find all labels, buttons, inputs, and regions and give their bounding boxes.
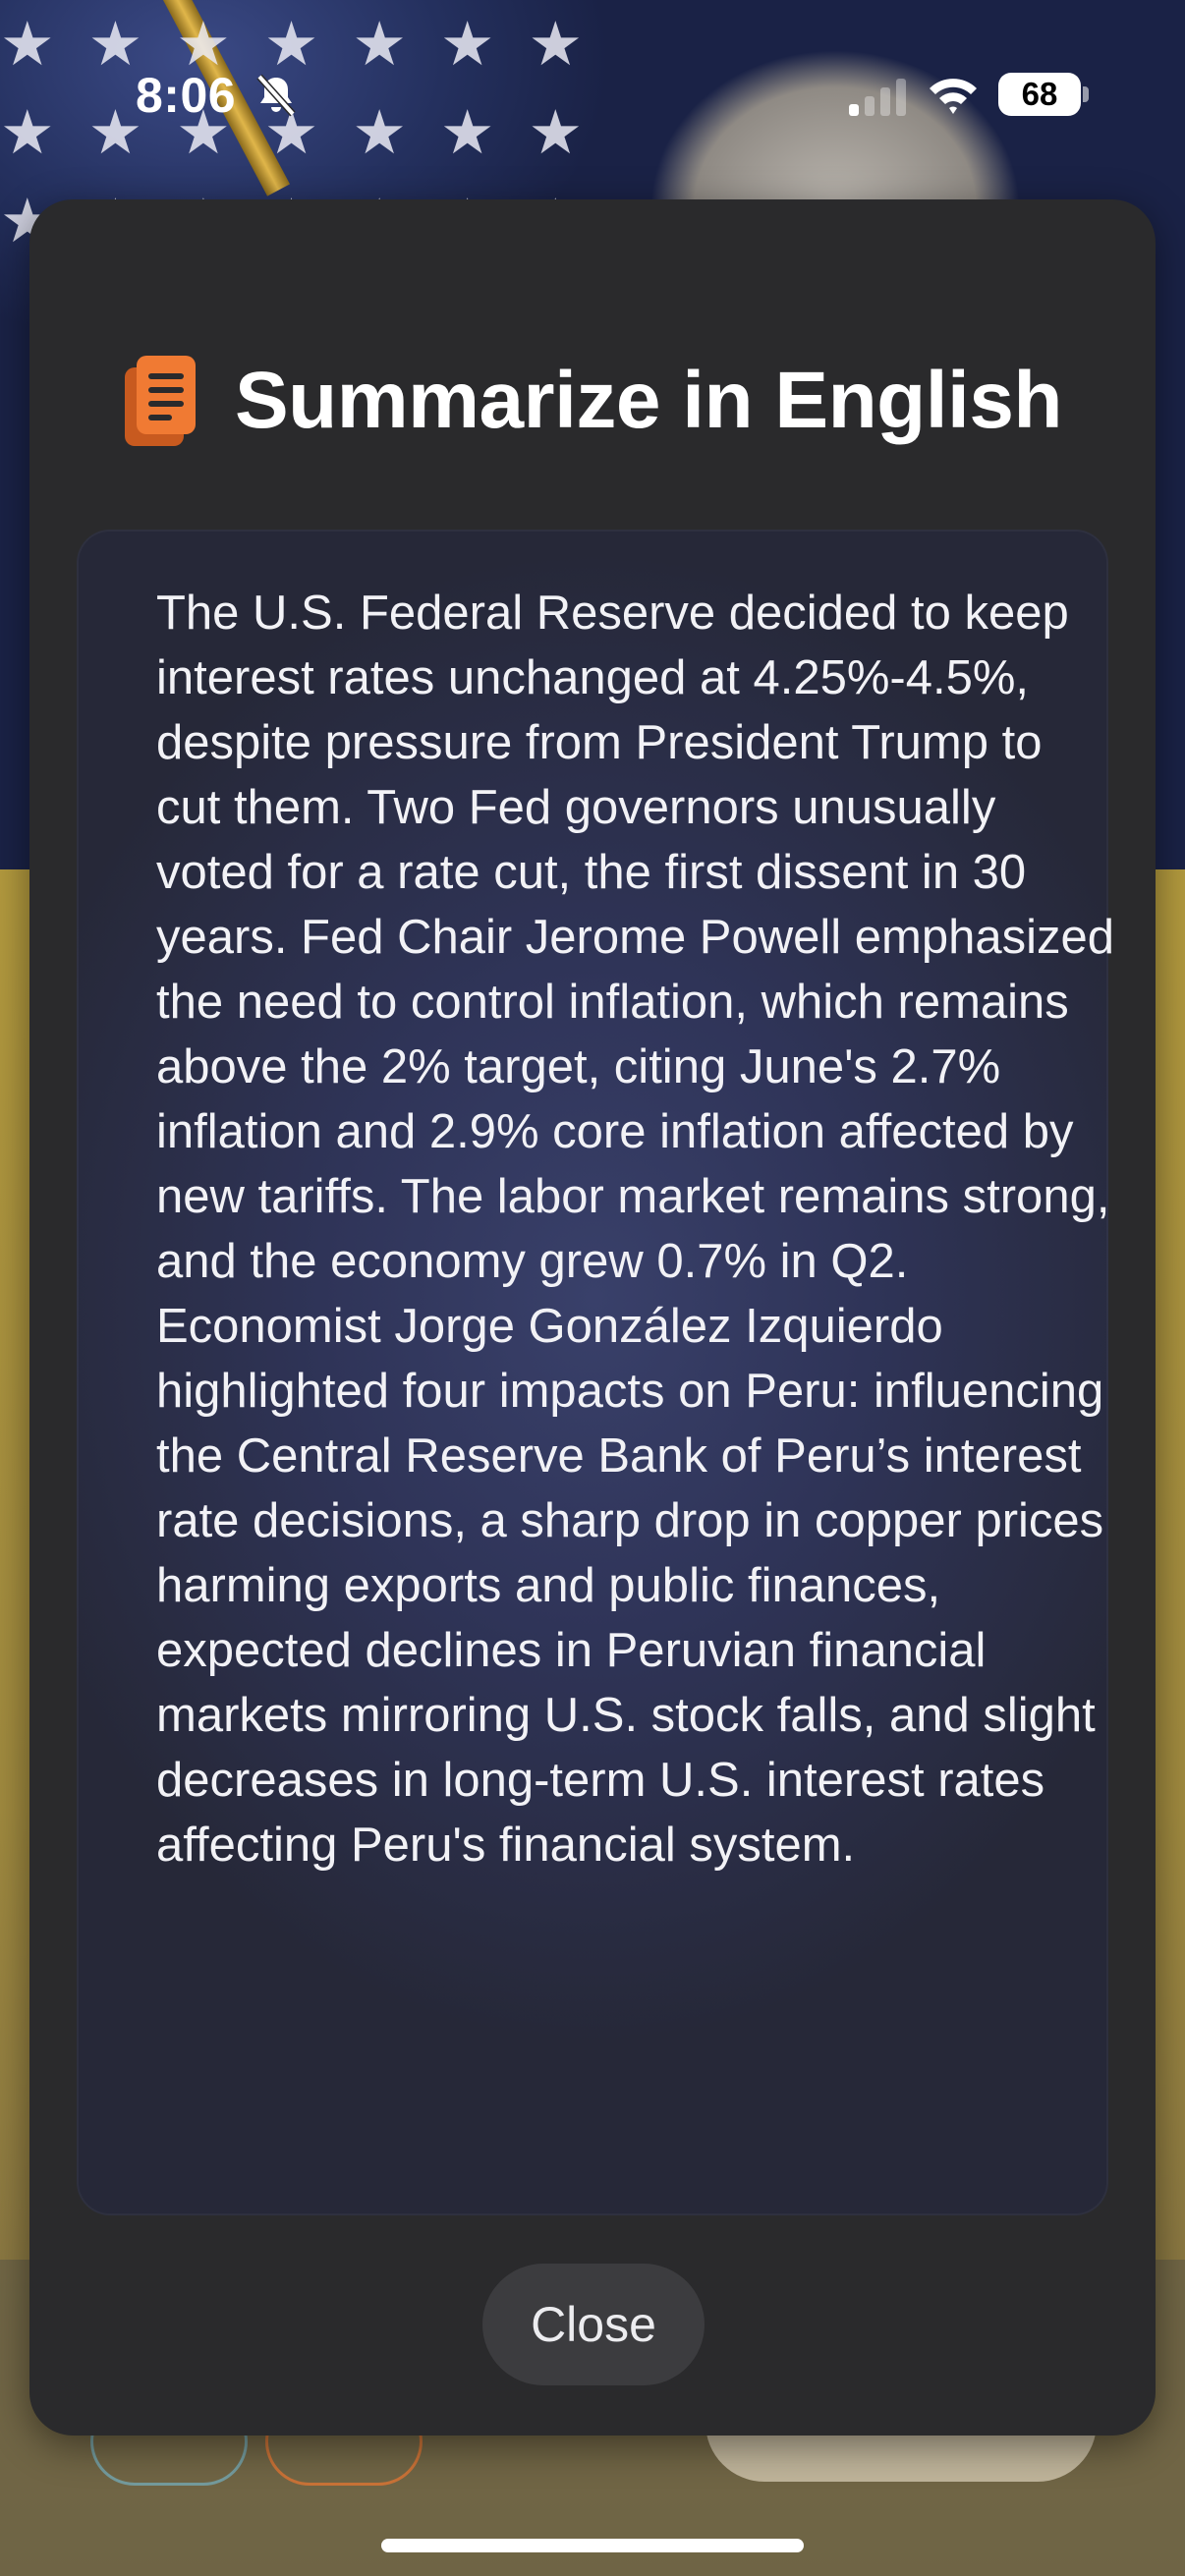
bell-slash-icon — [256, 74, 296, 117]
sheet-title: Summarize in English — [234, 356, 1063, 445]
battery-nub — [1083, 86, 1089, 102]
document-icon — [124, 356, 196, 446]
status-bar: 8:06 68 — [0, 0, 1185, 187]
close-button[interactable]: Close — [482, 2264, 705, 2385]
cellular-signal-icon — [849, 79, 906, 116]
status-time: 8:06 — [136, 68, 237, 123]
summary-text: The U.S. Federal Reserve decided to keep… — [156, 587, 1114, 1872]
sheet-header: Summarize in English — [29, 347, 1156, 455]
wifi-icon — [930, 79, 977, 114]
summary-card: The U.S. Federal Reserve decided to keep… — [77, 530, 1114, 2215]
summary-sheet: Summarize in English The U.S. Federal Re… — [29, 199, 1156, 2436]
battery-icon: 68 — [998, 73, 1081, 116]
home-indicator[interactable] — [381, 2539, 804, 2552]
